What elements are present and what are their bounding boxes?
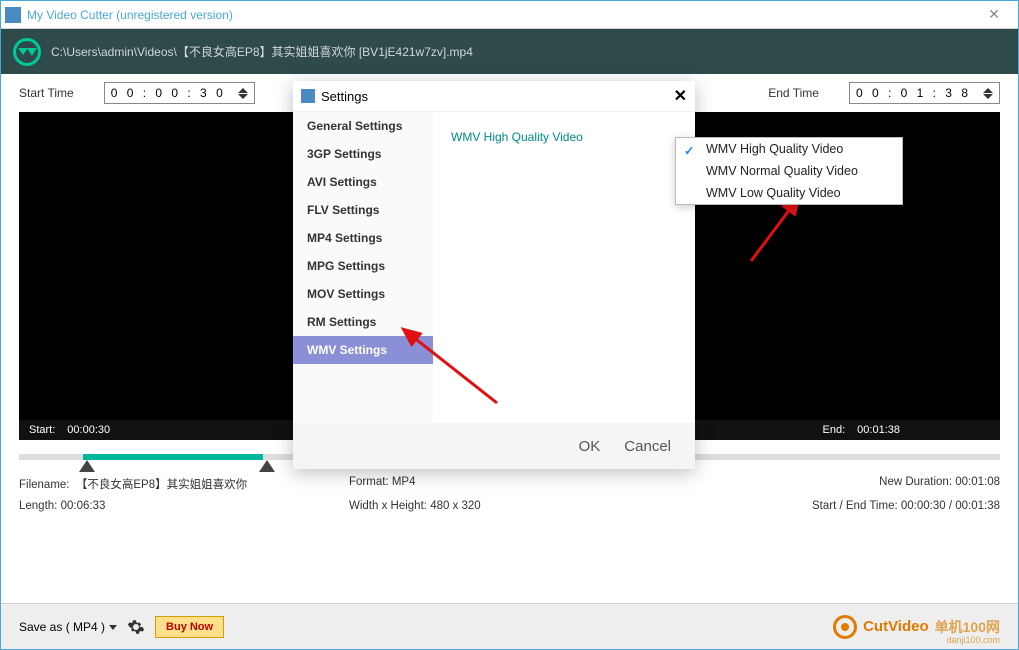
brand-logo-icon (833, 615, 857, 639)
download-icon[interactable] (13, 38, 41, 66)
dialog-title-text: Settings (321, 89, 368, 104)
brand-overlay: 单机100网 (935, 617, 1000, 637)
newdur-label: New Duration: (879, 476, 952, 488)
file-path: C:\Users\admin\Videos\【不良女高EP8】其实姐姐喜欢你 [… (51, 43, 473, 60)
end-time-input[interactable]: 0 0 : 0 1 : 3 8 (849, 82, 1000, 104)
end-time-spinner[interactable] (983, 88, 993, 99)
check-icon: ✓ (684, 143, 694, 158)
filename-value: 【不良女高EP8】其实姐姐喜欢你 (76, 479, 247, 491)
length-value: 00:06:33 (61, 500, 106, 512)
newdur-value: 00:01:08 (955, 476, 1000, 488)
info-row-2: Length: 00:06:33 Width x Height: 480 x 3… (1, 494, 1018, 514)
start-time-input[interactable]: 0 0 : 0 0 : 3 0 (104, 82, 255, 104)
end-time-label: End Time (768, 86, 819, 100)
startend-value: 00:00:30 / 00:01:38 (901, 500, 1000, 512)
brand-sub: danji100.com (946, 635, 1000, 645)
saveas-dropdown[interactable]: Save as ( MP4 ) (19, 620, 117, 634)
app-icon (5, 7, 21, 23)
pathbar: C:\Users\admin\Videos\【不良女高EP8】其实姐姐喜欢你 [… (1, 29, 1018, 74)
dropdown-item-1[interactable]: WMV Normal Quality Video (676, 160, 902, 182)
start-time-label: Start Time (19, 86, 74, 100)
ok-button[interactable]: OK (579, 438, 601, 455)
wh-value: 480 x 320 (430, 500, 481, 512)
end-time-value: 0 0 : 0 1 : 3 8 (856, 86, 971, 100)
buy-now-button[interactable]: Buy Now (155, 616, 224, 638)
sidebar-item-mov-settings[interactable]: MOV Settings (293, 280, 433, 308)
sidebar-item-wmv-settings[interactable]: WMV Settings (293, 336, 433, 364)
dialog-content[interactable]: WMV High Quality Video (433, 112, 695, 423)
dropdown-item-label: WMV Low Quality Video (706, 186, 841, 200)
dropdown-item-2[interactable]: WMV Low Quality Video (676, 182, 902, 204)
titlebar: My Video Cutter (unregistered version) ✕ (1, 1, 1018, 29)
sidebar-item-general-settings[interactable]: General Settings (293, 112, 433, 140)
dialog-titlebar: Settings ✕ (293, 81, 695, 111)
titlebar-text: My Video Cutter (unregistered version) (27, 8, 974, 22)
dropdown-item-0[interactable]: ✓ WMV High Quality Video (676, 138, 902, 160)
start-time-value: 0 0 : 0 0 : 3 0 (111, 86, 226, 100)
slider-handle-start[interactable] (79, 460, 95, 472)
cancel-button[interactable]: Cancel (624, 438, 671, 455)
length-label: Length: (19, 500, 57, 512)
status-end-value: 00:01:38 (857, 424, 900, 436)
info-row-1: Filename: 【不良女高EP8】其实姐姐喜欢你 Format: MP4 N… (1, 470, 1018, 494)
start-time-spinner[interactable] (238, 88, 248, 99)
dialog-footer: OK Cancel (293, 423, 695, 469)
wh-label: Width x Height: (349, 500, 427, 512)
dropdown-item-label: WMV Normal Quality Video (706, 164, 858, 178)
dialog-sidebar: General Settings3GP SettingsAVI Settings… (293, 112, 433, 423)
dialog-icon (301, 89, 315, 103)
format-value: MP4 (392, 476, 416, 488)
filename-label: Filename: (19, 479, 70, 491)
close-icon[interactable]: ✕ (974, 6, 1014, 23)
dropdown-item-label: WMV High Quality Video (706, 142, 843, 156)
sidebar-item-mpg-settings[interactable]: MPG Settings (293, 252, 433, 280)
status-end-label: End: (823, 424, 846, 436)
slider-handle-end[interactable] (259, 460, 275, 472)
format-label: Format: (349, 476, 389, 488)
slider-range (83, 454, 263, 460)
dialog-close-icon[interactable]: ✕ (674, 86, 687, 106)
gear-icon[interactable] (127, 618, 145, 636)
status-start-label: Start: (29, 424, 55, 436)
startend-label: Start / End Time: (812, 500, 898, 512)
bottom-bar: Save as ( MP4 ) Buy Now CutVideo 单机100网 … (1, 603, 1018, 649)
settings-dialog: Settings ✕ General Settings3GP SettingsA… (293, 81, 695, 469)
sidebar-item-flv-settings[interactable]: FLV Settings (293, 196, 433, 224)
sidebar-item-3gp-settings[interactable]: 3GP Settings (293, 140, 433, 168)
sidebar-item-avi-settings[interactable]: AVI Settings (293, 168, 433, 196)
sidebar-item-rm-settings[interactable]: RM Settings (293, 308, 433, 336)
saveas-label: Save as ( MP4 ) (19, 620, 105, 634)
quality-dropdown: ✓ WMV High Quality Video WMV Normal Qualit… (675, 137, 903, 205)
brand-name: CutVideo (863, 618, 929, 635)
status-start-value: 00:00:30 (67, 424, 110, 436)
sidebar-item-mp4-settings[interactable]: MP4 Settings (293, 224, 433, 252)
chevron-down-icon (109, 625, 117, 630)
